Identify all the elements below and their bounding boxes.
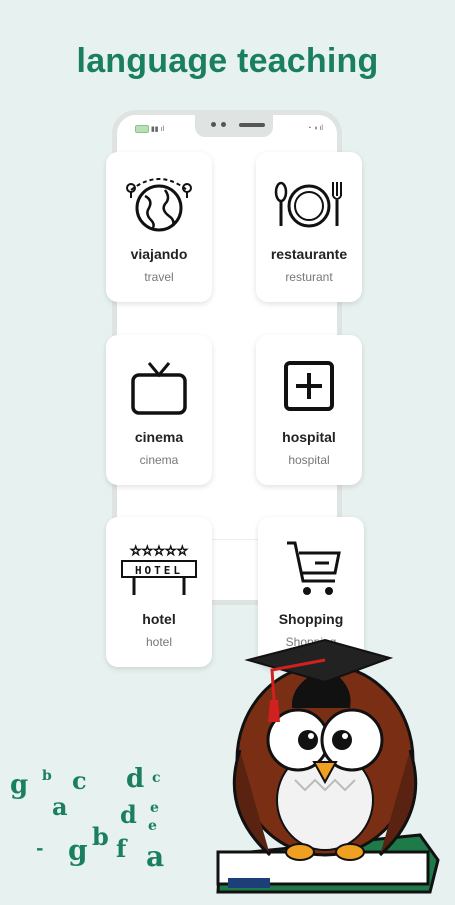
card-restaurant[interactable]: restaurante resturant (256, 152, 362, 302)
card-subtitle: travel (144, 270, 174, 284)
card-title: hotel (142, 611, 176, 627)
card-hotel[interactable]: ☆☆☆☆☆ HOTEL hotel hotel (106, 517, 212, 667)
card-title: hospital (282, 429, 336, 445)
card-hospital[interactable]: hospital hospital (256, 335, 362, 485)
plus-box-icon (256, 357, 362, 413)
card-travel[interactable]: viajando travel (106, 152, 212, 302)
status-bar-right: ◔ ◑ ıl (307, 125, 323, 132)
floating-letters-decoration: g b c d c a d e e g b f a - (10, 764, 165, 873)
status-bar-left: ▮▮ ıl (135, 125, 164, 134)
tv-icon (106, 357, 212, 415)
cart-icon (258, 539, 364, 595)
card-cinema[interactable]: cinema cinema (106, 335, 212, 485)
hotel-sign-icon: ☆☆☆☆☆ HOTEL (106, 539, 212, 595)
page-headline: language teaching (76, 42, 379, 80)
card-subtitle: hospital (288, 453, 330, 467)
card-subtitle: resturant (285, 270, 333, 284)
card-title: restaurante (270, 246, 348, 262)
svg-text:HOTEL: HOTEL (135, 564, 183, 577)
card-title: Shopping (278, 611, 344, 627)
phone-notch (195, 113, 273, 137)
plate-cutlery-icon (256, 174, 362, 230)
card-subtitle: cinema (139, 453, 179, 467)
globe-icon (106, 174, 212, 232)
card-title: viajando (130, 246, 188, 262)
svg-text:☆☆☆☆☆: ☆☆☆☆☆ (130, 544, 188, 559)
card-title: cinema (134, 429, 184, 445)
card-subtitle: hotel (145, 635, 173, 649)
owl-mascot-illustration (200, 630, 455, 900)
